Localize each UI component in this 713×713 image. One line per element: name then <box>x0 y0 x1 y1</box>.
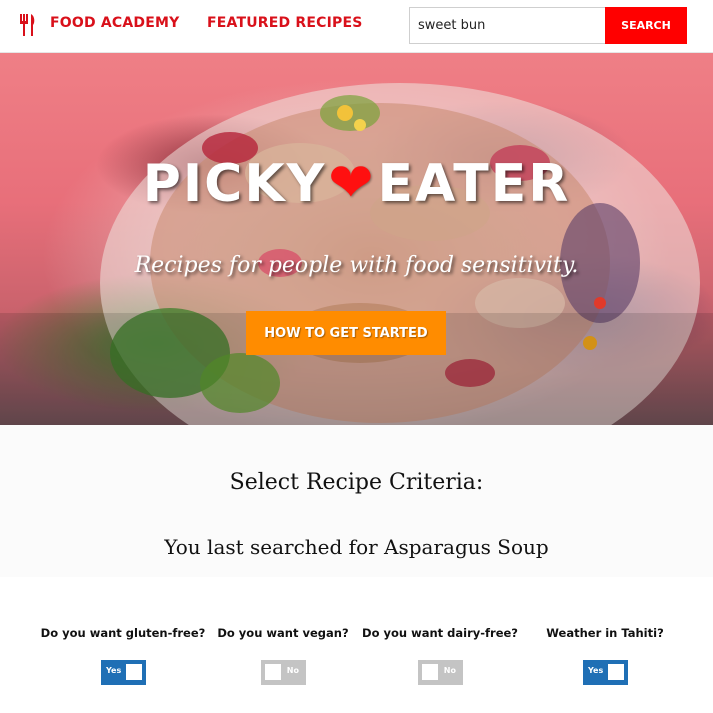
toggle-label: Yes <box>588 666 604 675</box>
hero-subtitle: Recipes for people with food sensitivity… <box>134 253 579 278</box>
last-search-message: You last searched for Asparagus Soup <box>0 535 713 559</box>
toggle-weather-tahiti[interactable]: Yes <box>583 660 628 685</box>
toggle-knob <box>265 664 281 680</box>
hero-banner: PICKY❤EATER Recipes for people with food… <box>0 53 713 425</box>
get-started-button[interactable]: How to get started <box>246 311 446 355</box>
toggle-label: No <box>286 666 299 675</box>
fork-knife-icon[interactable] <box>18 14 38 36</box>
toggle-knob <box>422 664 438 680</box>
hero-title-eater: EATER <box>377 154 571 214</box>
toggle-label: No <box>443 666 456 675</box>
last-search-prefix: You last searched for <box>164 535 378 559</box>
toggle-gluten-free[interactable]: Yes <box>101 660 146 685</box>
hero-title-picky: PICKY <box>142 154 327 214</box>
top-navigation-bar: Food Academy Featured Recipes Search <box>0 0 713 53</box>
question-gluten-free: Do you want gluten-free? <box>40 626 206 640</box>
toggle-knob <box>608 664 624 680</box>
criteria-heading: Select Recipe Criteria: <box>229 470 484 495</box>
toggle-knob <box>126 664 142 680</box>
toggle-dairy-free[interactable]: No <box>418 660 463 685</box>
question-vegan: Do you want vegan? <box>217 626 349 640</box>
question-dairy-free: Do you want dairy-free? <box>362 626 518 640</box>
nav-link-food-academy[interactable]: Food Academy <box>50 15 179 31</box>
search-button[interactable]: Search <box>605 7 687 44</box>
question-weather-tahiti: Weather in Tahiti? <box>546 626 664 640</box>
toggle-label: Yes <box>106 666 122 675</box>
toggle-vegan[interactable]: No <box>261 660 306 685</box>
search-input[interactable] <box>409 7 605 44</box>
last-search-term: Asparagus Soup <box>384 535 549 559</box>
hero-title: PICKY❤EATER <box>0 151 713 214</box>
hero-food-image <box>0 83 713 425</box>
nav-link-featured-recipes[interactable]: Featured Recipes <box>207 15 363 31</box>
heart-icon: ❤ <box>328 151 376 214</box>
